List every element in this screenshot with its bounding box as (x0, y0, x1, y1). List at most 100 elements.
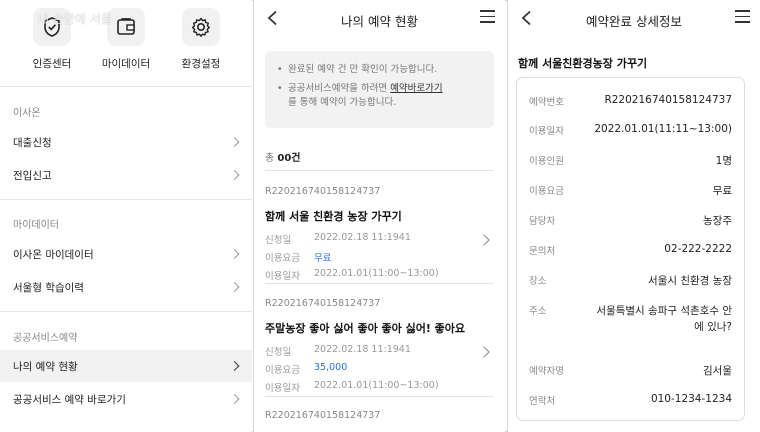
use-date-label: 이용일자 (265, 383, 300, 394)
watermark-text: 내 손안에 서울 (38, 12, 112, 26)
divider (265, 170, 494, 171)
detail-row: 예약자명 김서울 (529, 363, 732, 378)
use-date-value: 2022.01.01(11:00~13:00) (314, 268, 439, 279)
menu-item-public-reservation-link[interactable]: 공공서비스 예약 바로가기 (0, 383, 252, 415)
total-prefix: 총 (265, 153, 278, 164)
detail-key: 장소 (529, 276, 547, 287)
applied-label: 신청일 (265, 347, 292, 358)
settings-button[interactable]: 환경설정 (161, 8, 241, 71)
fee-label: 이용요금 (265, 365, 300, 376)
page-title: 나의 예약 현황 (341, 14, 418, 29)
detail-value: 2022.01.01(11:11~13:00) (594, 123, 732, 135)
applied-value: 2022.02.18 11:1941 (314, 344, 411, 355)
detail-row: 이용인원 1명 (529, 153, 732, 168)
reservation-list-panel: 나의 예약 현황 • 완료된 예약 건 만 확인이 가능합니다. • 공공서비스예약… (253, 0, 505, 432)
detail-row: 이용일자 2022.01.01(11:11~13:00) (529, 123, 732, 137)
chevron-right-icon (229, 282, 240, 292)
notice-text: 완료된 예약 건 만 확인이 가능합니다. (288, 64, 438, 75)
reservation-card[interactable]: R220216740158124737 주말농장 좋아 싫어 좋아 좋아 싫어!… (265, 298, 494, 394)
settings-label: 환경설정 (181, 58, 221, 70)
detail-key: 연락처 (529, 396, 556, 407)
divider (0, 199, 252, 200)
section-label-mydata: 마이데이터 (13, 220, 59, 231)
reservation-card[interactable]: R220216740158124737 함께 서울 친환경 농장 가꾸기 신청일… (265, 186, 494, 282)
section-label-isaon: 이사온 (13, 108, 41, 119)
menu-item-learning-history[interactable]: 서울형 학습이력 (0, 271, 252, 303)
divider (265, 396, 494, 397)
place-name: 함께 서울친환경농장 가꾸기 (518, 57, 648, 70)
detail-key: 이용일자 (529, 126, 564, 137)
notice-line: • 완료된 예약 건 만 확인이 가능합니다. (277, 64, 438, 75)
detail-row: 이용요금 무료 (529, 183, 732, 198)
header: 예약완료 상세정보 (508, 0, 760, 36)
detail-value: R220216740158124737 (604, 94, 732, 106)
use-date-label: 이용일자 (265, 271, 300, 282)
divider (0, 311, 252, 312)
header: 나의 예약 현황 (254, 0, 505, 36)
menu-item-move-in[interactable]: 전입신고 (0, 159, 252, 191)
fee-value: 35,000 (314, 362, 348, 373)
use-date-value: 2022.01.01(11:00~13:00) (314, 380, 439, 391)
total-value: 00건 (277, 153, 301, 164)
mydata-label: 마이데이터 (101, 58, 151, 70)
detail-value: 1명 (715, 155, 732, 167)
chevron-right-icon (229, 249, 240, 259)
hamburger-menu-icon[interactable] (735, 10, 750, 23)
detail-value: 농장주 (703, 215, 732, 227)
reservation-title: 주말농장 좋아 싫어 좋아 좋아 싫어! 좋아요 (265, 322, 466, 335)
notice-text: 공공서비스예약을 하려면 (288, 83, 391, 94)
detail-row: 담당자 농장주 (529, 213, 732, 228)
detail-key: 담당자 (529, 216, 556, 227)
menu-item-label: 이사온 마이데이터 (13, 248, 94, 261)
detail-key: 문의처 (529, 246, 556, 257)
detail-key: 예약번호 (529, 97, 564, 108)
gear-icon (182, 8, 220, 46)
chevron-right-icon (229, 361, 240, 371)
detail-key: 예약자명 (529, 366, 564, 377)
notice-box: • 완료된 예약 건 만 확인이 가능합니다. • 공공서비스예약을 하려면 예약바… (265, 51, 494, 128)
detail-row: 연락처 010-1234-1234 (529, 393, 732, 407)
menu-item-isaon-mydata[interactable]: 이사온 마이데이터 (0, 238, 252, 270)
cert-center-label: 인증센터 (32, 58, 72, 70)
menu-item-label: 대출신청 (13, 136, 52, 149)
menu-item-my-reservations[interactable]: 나의 예약 현황 (0, 350, 252, 382)
detail-key: 주소 (529, 306, 547, 317)
detail-row: 예약번호 R220216740158124737 (529, 94, 732, 108)
reservation-card[interactable]: R220216740158124737 (265, 410, 494, 421)
menu-item-label: 서울형 학습이력 (13, 281, 84, 294)
reservation-id: R220216740158124737 (265, 186, 381, 197)
menu-panel: 인증센터 마이데이터 환경설정 내 손안에 서울 이사온 대출신청 전입신고 마… (0, 0, 252, 432)
menu-item-label: 공공서비스 예약 바로가기 (13, 393, 126, 406)
detail-value: 서울특별시 송파구 석촌호수 안에 있나? (596, 305, 732, 333)
menu-item-label: 전입신고 (13, 169, 52, 182)
detail-value: 무료 (712, 185, 732, 197)
detail-value: 02-222-2222 (664, 243, 732, 255)
wallet-icon (107, 8, 145, 46)
detail-key: 이용요금 (529, 186, 564, 197)
page-title: 예약완료 상세정보 (586, 14, 682, 29)
fee-value: 무료 (314, 253, 332, 264)
applied-label: 신청일 (265, 235, 292, 246)
notice-line: • 공공서비스예약을 하려면 예약바로가기 를 통해 예약이 가능합니다. (277, 83, 443, 108)
detail-row: 문의처 02-222-2222 (529, 243, 732, 257)
reservation-id: R220216740158124737 (265, 298, 381, 309)
detail-value: 서울시 친환경 농장 (648, 275, 732, 287)
detail-key: 이용인원 (529, 156, 564, 167)
chevron-right-icon (229, 137, 240, 147)
detail-value: 010-1234-1234 (650, 393, 732, 405)
detail-value: 김서울 (703, 365, 732, 377)
total-count: 총 00건 (265, 149, 301, 164)
detail-row: 장소 서울시 친환경 농장 (529, 273, 732, 288)
menu-item-label: 나의 예약 현황 (13, 360, 78, 373)
menu-item-loan[interactable]: 대출신청 (0, 126, 252, 158)
section-label-public-service: 공공서비스예약 (13, 333, 78, 344)
reservation-id: R220216740158124737 (265, 410, 381, 421)
reservation-shortcut-link[interactable]: 예약바로가기 (390, 83, 442, 94)
notice-text: 를 통해 예약이 가능합니다. (288, 97, 397, 108)
divider (265, 283, 494, 284)
reservation-title: 함께 서울 친환경 농장 가꾸기 (265, 210, 402, 223)
applied-value: 2022.02.18 11:1941 (314, 232, 411, 243)
reservation-detail-panel: 예약완료 상세정보 함께 서울친환경농장 가꾸기 예약번호 R2202167401… (507, 0, 760, 432)
hamburger-menu-icon[interactable] (480, 10, 495, 23)
chevron-right-icon (229, 170, 240, 180)
